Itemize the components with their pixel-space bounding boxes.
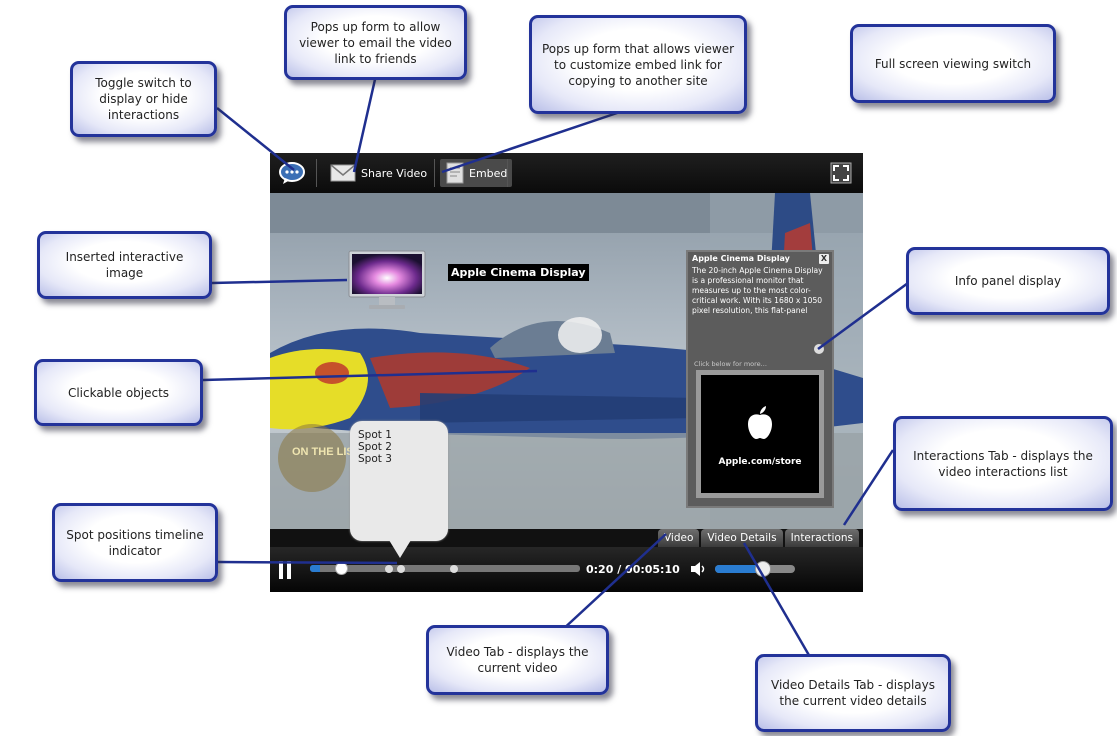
- info-panel-more: Click below for more...: [694, 360, 767, 368]
- interactions-toggle-button[interactable]: [278, 159, 306, 187]
- hotspot-label[interactable]: Apple Cinema Display: [448, 264, 589, 281]
- spot-item[interactable]: Spot 3: [358, 453, 392, 465]
- callout-video-details-tab: Video Details Tab - displays the current…: [755, 654, 951, 732]
- timeline-track[interactable]: [310, 565, 580, 572]
- spot-marker[interactable]: [385, 565, 393, 573]
- callout-inserted-image: Inserted interactive image: [37, 231, 212, 299]
- timeline-scrubber[interactable]: [335, 562, 348, 575]
- callout-spot-positions: Spot positions timeline indicator: [52, 503, 218, 582]
- callout-toggle-switch: Toggle switch to display or hide interac…: [70, 61, 217, 137]
- document-icon: [446, 162, 464, 184]
- tab-interactions[interactable]: Interactions: [784, 529, 859, 547]
- toolbar-divider: [316, 159, 317, 187]
- spot-item[interactable]: Spot 1: [358, 429, 392, 441]
- speaker-icon[interactable]: [690, 561, 708, 577]
- scroll-down-icon[interactable]: [814, 344, 824, 354]
- tab-video[interactable]: Video: [657, 529, 700, 547]
- player-tabs: Video Video Details Interactions: [657, 529, 859, 547]
- spot-popup-pointer: [389, 540, 411, 558]
- callout-embed: Pops up form that allows viewer to custo…: [529, 15, 747, 114]
- close-icon[interactable]: X: [819, 254, 829, 264]
- tab-video-details[interactable]: Video Details: [701, 529, 783, 547]
- spot-list: Spot 1 Spot 2 Spot 3: [358, 429, 392, 465]
- comment-icon: [279, 162, 305, 184]
- ad-text: Apple.com/store: [718, 457, 802, 467]
- fullscreen-icon: [830, 162, 852, 184]
- share-video-button[interactable]: Share Video: [330, 159, 427, 187]
- time-display: 0:20 / 00:05:10: [586, 563, 680, 576]
- spot-item[interactable]: Spot 2: [358, 441, 392, 453]
- timeline-progress: [310, 565, 321, 572]
- apple-logo-icon: [748, 406, 772, 439]
- callout-clickable-objects: Clickable objects: [34, 359, 203, 426]
- spot-marker[interactable]: [450, 565, 458, 573]
- info-panel-body: The 20-inch Apple Cinema Display is a pr…: [692, 266, 823, 315]
- embed-button[interactable]: Embed: [440, 159, 513, 187]
- volume-knob[interactable]: [755, 561, 771, 577]
- fullscreen-button[interactable]: [830, 159, 852, 187]
- player-toolbar: Share Video Embed: [270, 153, 863, 193]
- share-video-label: Share Video: [361, 166, 428, 180]
- monitor-icon: [348, 250, 426, 309]
- toolbar-divider: [434, 159, 435, 187]
- callout-info-panel: Info panel display: [906, 247, 1110, 315]
- control-bar: 0:20 / 00:05:10: [270, 547, 863, 592]
- mail-icon: [330, 164, 356, 182]
- callout-share-video: Pops up form to allow viewer to email th…: [284, 5, 467, 80]
- embed-label: Embed: [469, 166, 508, 180]
- info-panel: Apple Cinema Display X The 20-inch Apple…: [686, 250, 834, 508]
- pause-icon[interactable]: [276, 559, 296, 581]
- toolbar-divider: [507, 159, 508, 187]
- info-panel-title: Apple Cinema Display: [692, 254, 790, 263]
- video-overlay-text: ON THE LIS: [292, 446, 354, 458]
- callout-video-tab: Video Tab - displays the current video: [426, 625, 609, 695]
- callout-interactions-tab: Interactions Tab - displays the video in…: [893, 416, 1113, 511]
- spot-marker[interactable]: [397, 565, 405, 573]
- spot-popup: Spot 1 Spot 2 Spot 3: [350, 421, 448, 541]
- ad-banner[interactable]: Apple.com/store: [696, 370, 824, 498]
- callout-fullscreen: Full screen viewing switch: [850, 24, 1056, 103]
- inserted-monitor-image[interactable]: [347, 250, 427, 312]
